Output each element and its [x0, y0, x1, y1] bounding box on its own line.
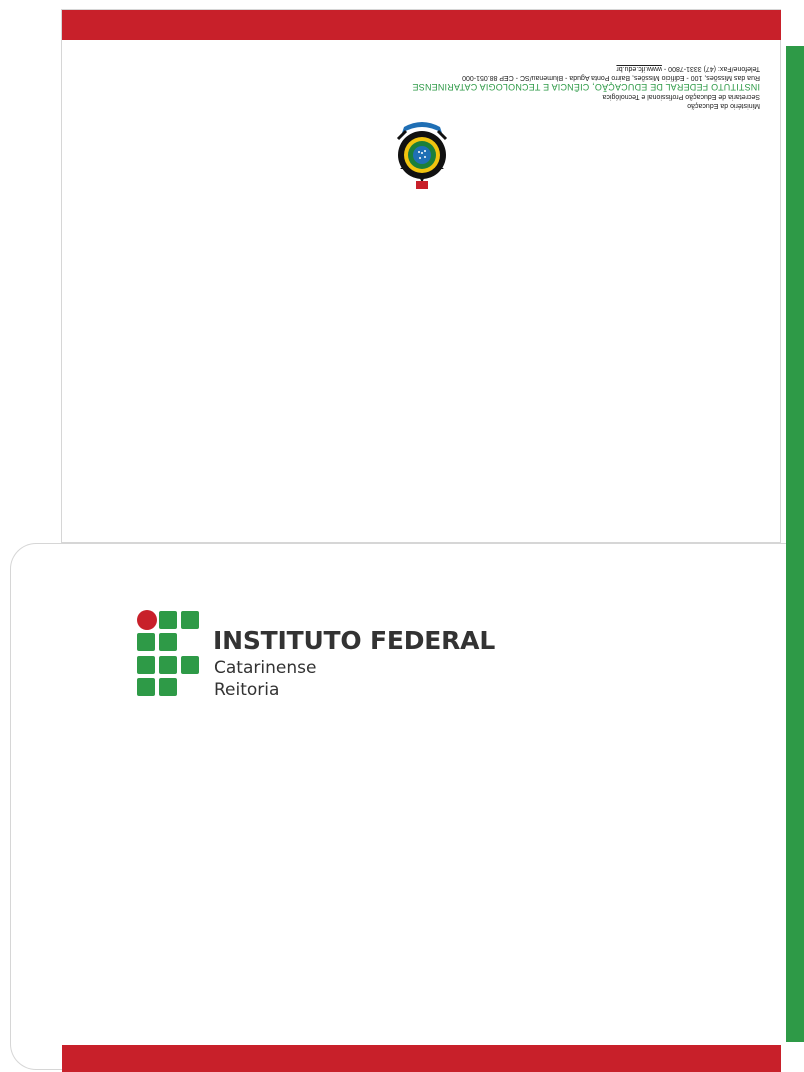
website-link[interactable]: www.ifc.edu.br: [616, 66, 662, 73]
address-line: Rua das Missões, 100 - Edifício Missões,…: [462, 74, 760, 81]
brasao-crest-icon: [392, 117, 452, 195]
contact-line: Telefone/Fax: (47) 3331-7800 - www.ifc.e…: [380, 64, 760, 73]
secretariat-line: Secretaria de Educação Profissional e Te…: [602, 93, 760, 101]
logo-title: INSTITUTO FEDERAL: [213, 626, 496, 655]
ifc-logo: INSTITUTO FEDERAL Catarinense Reitoria: [137, 610, 497, 710]
logo-unit: Reitoria: [214, 680, 280, 700]
institute-line: INSTITUTO FEDERAL DE EDUCAÇÃO, CIÊNCIA E…: [412, 82, 760, 92]
top-red-bar: [62, 10, 781, 40]
letterhead-text: Ministério da Educação Secretaria de Edu…: [380, 64, 760, 110]
logo-square: [159, 678, 177, 696]
bottom-red-bar: [62, 1045, 781, 1072]
letterhead-upside-down: Ministério da Educação Secretaria de Edu…: [380, 66, 760, 195]
logo-square: [181, 611, 199, 629]
logo-square: [159, 656, 177, 674]
phone-text: Telefone/Fax: (47) 3331-7800 -: [661, 65, 760, 73]
side-green-bar: [786, 46, 804, 1042]
logo-red-dot: [137, 610, 157, 630]
logo-square: [137, 678, 155, 696]
logo-square: [137, 633, 155, 651]
logo-square: [159, 633, 177, 651]
logo-square: [159, 611, 177, 629]
fold-divider: [61, 543, 804, 544]
logo-square: [137, 656, 155, 674]
logo-subtitle: Catarinense: [214, 658, 317, 678]
ministry-line: Ministério da Educação: [687, 102, 760, 109]
logo-square: [181, 656, 199, 674]
